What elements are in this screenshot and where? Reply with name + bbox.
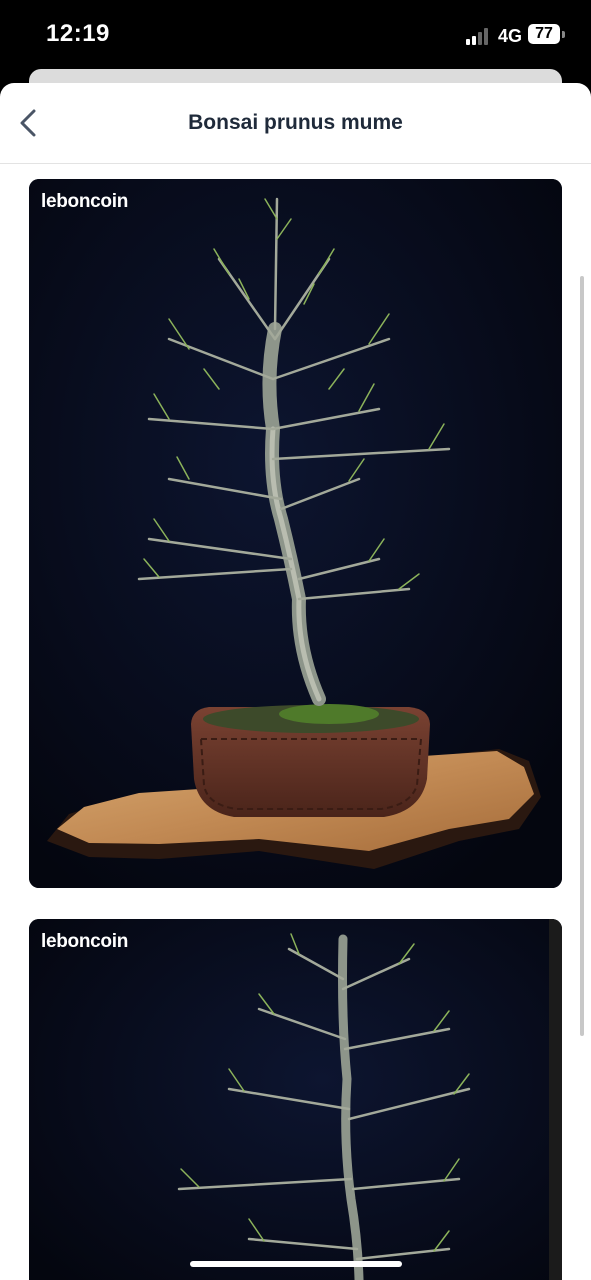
photo-gallery[interactable]: leboncoin leboncoin — [0, 164, 591, 1280]
scrollbar[interactable] — [580, 276, 584, 1036]
leboncoin-watermark: leboncoin — [41, 931, 129, 952]
page-title: Bonsai prunus mume — [188, 111, 403, 134]
battery-icon: 77 — [528, 24, 560, 44]
status-bar: 12:19 4G 77 — [0, 0, 591, 70]
leboncoin-watermark: leboncoin — [41, 191, 129, 212]
battery-nub — [562, 31, 565, 38]
listing-photo[interactable]: leboncoin — [29, 179, 562, 888]
header: Bonsai prunus mume — [0, 83, 591, 164]
bonsai-photo-image — [29, 919, 562, 1280]
modal-sheet: Bonsai prunus mume leboncoin leboncoin — [0, 83, 591, 1280]
bonsai-photo-image — [29, 179, 562, 888]
home-indicator[interactable] — [190, 1261, 402, 1267]
network-type: 4G — [498, 26, 523, 46]
listing-photo[interactable]: leboncoin — [29, 919, 562, 1280]
cellular-signal-icon — [466, 27, 492, 45]
status-time: 12:19 — [46, 20, 110, 47]
